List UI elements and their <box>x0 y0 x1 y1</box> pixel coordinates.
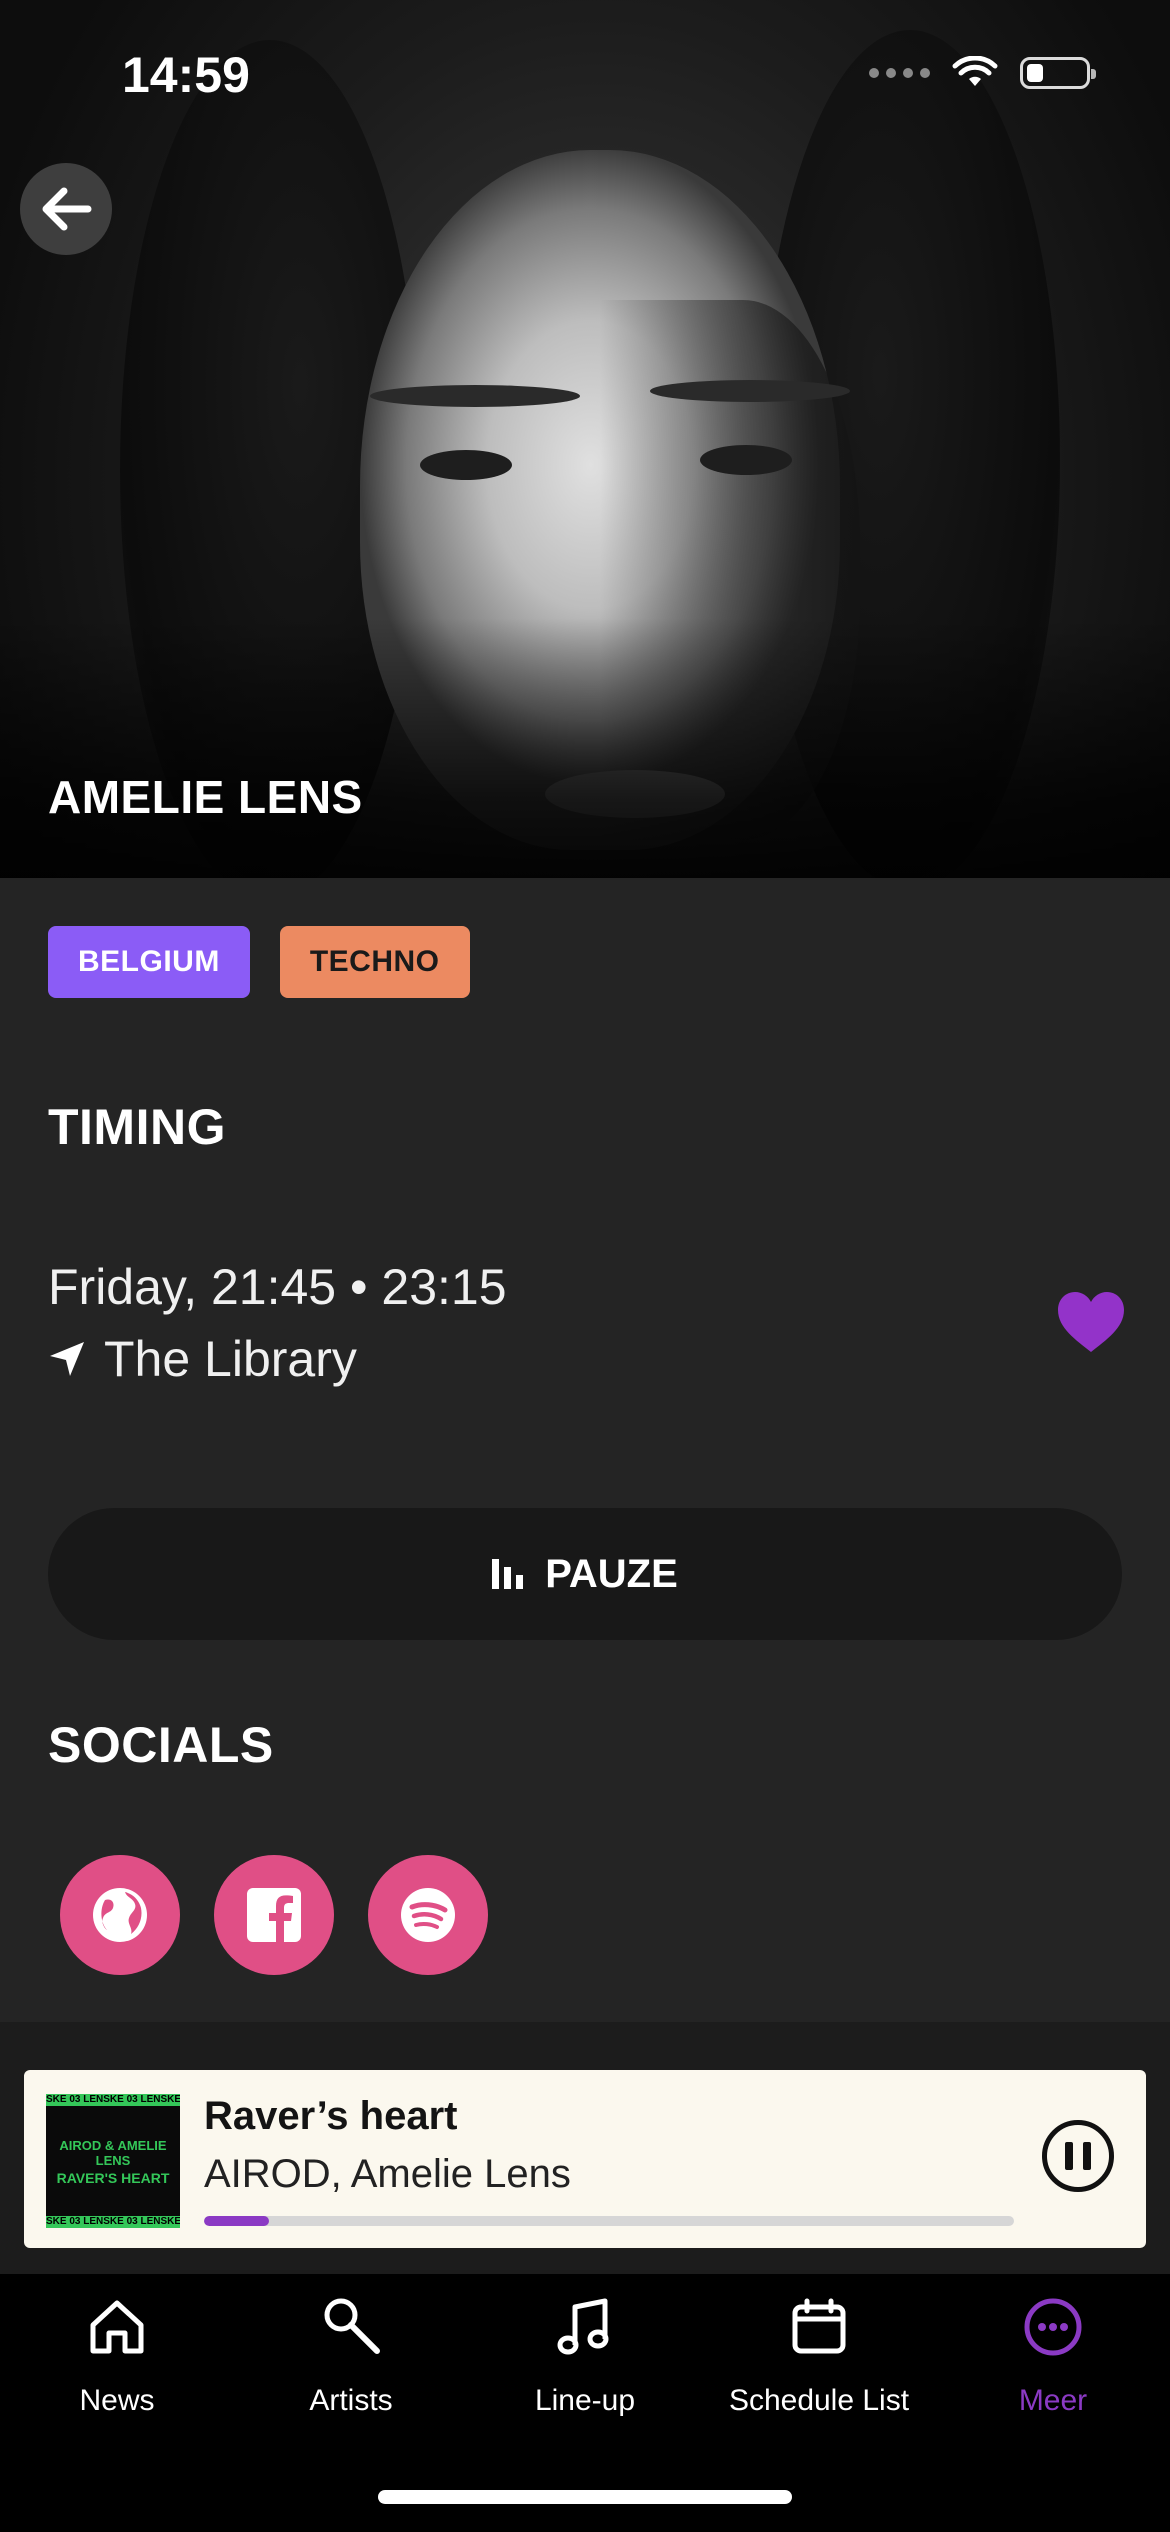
playback-progress[interactable] <box>204 2216 1014 2226</box>
cover-artists: AIROD & AMELIE LENS <box>59 2138 167 2168</box>
tab-line-up-label: Line-up <box>534 2384 636 2417</box>
stage-name: The Library <box>104 1331 357 1387</box>
playback-progress-fill <box>204 2216 269 2226</box>
cover-strip-bottom: SKE 03 LENSKE 03 LENSKE 03 <box>46 2216 180 2228</box>
tab-line-up[interactable]: Line-up <box>468 2292 702 2418</box>
album-cover: SKE 03 LENSKE 03 LENSKE 03 AIROD & AMELI… <box>46 2094 180 2228</box>
artist-tags: BELGIUM TECHNO <box>48 926 470 998</box>
song-artists: AIROD, Amelie Lens <box>204 2152 571 2196</box>
status-icons <box>869 56 1096 90</box>
hero-eye-right <box>700 445 792 475</box>
genre-tag[interactable]: TECHNO <box>279 926 470 998</box>
calendar-icon <box>792 2298 846 2354</box>
stage-location[interactable]: The Library <box>48 1330 357 1388</box>
location-arrow-icon <box>50 1342 84 1376</box>
music-note-icon <box>557 2298 609 2355</box>
tab-artists[interactable]: Artists <box>234 2292 468 2418</box>
wifi-icon <box>952 56 998 86</box>
cover-title: RAVER'S HEART <box>56 2170 170 2186</box>
back-button[interactable] <box>20 163 112 255</box>
song-title: Raver’s heart <box>204 2094 458 2138</box>
tab-schedule-list-label: Schedule List <box>728 2384 910 2417</box>
arrow-left-icon <box>42 187 92 231</box>
signal-icon <box>869 68 930 78</box>
tab-news[interactable]: News <box>0 2292 234 2418</box>
favorite-heart-icon[interactable] <box>1056 1290 1126 1354</box>
home-icon <box>90 2300 144 2354</box>
tab-meer-label: Meer <box>1018 2384 1088 2417</box>
equalizer-icon <box>492 1559 524 1589</box>
hero-brow-right <box>650 380 850 402</box>
timing-heading: TIMING <box>48 1099 226 1155</box>
tab-artists-label: Artists <box>309 2384 393 2417</box>
country-tag[interactable]: BELGIUM <box>48 926 250 998</box>
status-bar: 14:59 <box>0 0 1170 150</box>
artist-name: AMELIE LENS <box>48 771 363 823</box>
battery-icon <box>1020 57 1096 89</box>
tab-meer[interactable]: Meer <box>936 2292 1170 2418</box>
performance-time: Friday, 21:45 • 23:15 <box>48 1259 507 1315</box>
facebook-icon <box>247 1888 301 1942</box>
more-icon <box>1024 2298 1082 2356</box>
hero-brow-left <box>370 385 580 407</box>
pause-button[interactable]: PAUZE <box>48 1508 1122 1640</box>
home-indicator <box>378 2490 792 2504</box>
cover-strip-top: SKE 03 LENSKE 03 LENSKE 03 <box>46 2094 180 2106</box>
tab-schedule-list[interactable]: Schedule List <box>702 2292 936 2418</box>
socials-heading: SOCIALS <box>48 1717 274 1773</box>
facebook-link-button[interactable] <box>214 1855 334 1975</box>
spotify-icon <box>401 1888 455 1942</box>
globe-icon <box>93 1888 147 1942</box>
microphone-icon <box>324 2298 380 2354</box>
hero-eye-left <box>420 450 512 480</box>
pause-button-label: PAUZE <box>545 1551 678 1596</box>
tab-news-label: News <box>79 2384 155 2417</box>
status-time: 14:59 <box>122 47 250 103</box>
website-link-button[interactable] <box>60 1855 180 1975</box>
spotify-link-button[interactable] <box>368 1855 488 1975</box>
mini-player[interactable]: SKE 03 LENSKE 03 LENSKE 03 AIROD & AMELI… <box>24 2070 1146 2248</box>
hero-gradient <box>0 618 1170 878</box>
player-pause-button[interactable] <box>1042 2120 1114 2192</box>
social-links <box>60 1855 488 1975</box>
